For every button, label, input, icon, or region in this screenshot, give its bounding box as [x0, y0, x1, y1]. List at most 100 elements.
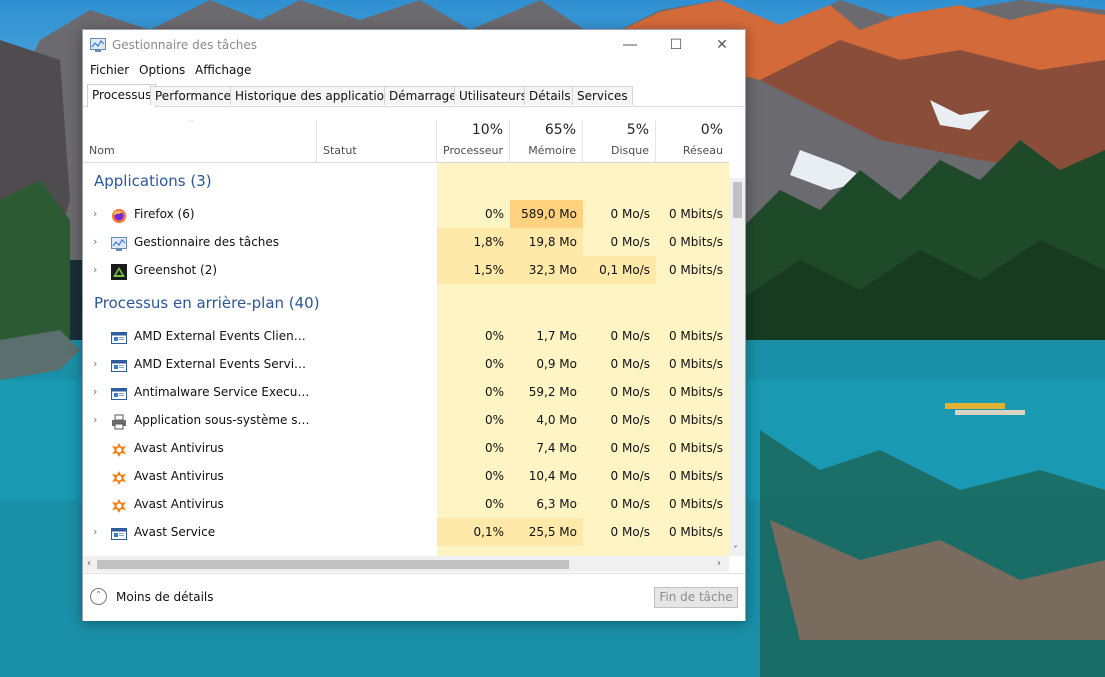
network-cell: 0 Mbits/s [668, 441, 723, 455]
vertical-scroll-thumb[interactable] [733, 182, 742, 218]
maximize-button[interactable]: ☐ [653, 30, 699, 60]
process-name: Gestionnaire des tâches [134, 235, 280, 249]
tab-processes[interactable]: Processus [87, 84, 157, 107]
window-app-icon [111, 328, 127, 344]
network-cell: 0 Mbits/s [668, 497, 723, 511]
chevron-right-icon[interactable]: › [93, 350, 97, 378]
avast-icon [111, 468, 127, 485]
process-name: Application sous-système spoul... [134, 413, 310, 427]
task-manager-window[interactable]: Gestionnaire des tâches ― ☐ ✕ Fichier Op… [82, 29, 746, 621]
process-table[interactable]: ˄ Nom Statut 10% Processeur 65% Mémoire … [83, 120, 729, 556]
close-button[interactable]: ✕ [699, 30, 745, 60]
scroll-right-icon[interactable]: › [717, 558, 721, 569]
column-header-network[interactable]: 0% Réseau [656, 120, 729, 162]
window-app-icon [111, 356, 127, 372]
end-task-button[interactable]: Fin de tâche [654, 587, 738, 608]
less-details-button[interactable]: Moins de détails [116, 590, 214, 604]
network-cell: 0 Mbits/s [668, 385, 723, 399]
table-row[interactable]: › Firefox (6) 0% 589,0 Mo 0 Mo/s 0 Mbits/s [83, 200, 729, 228]
close-icon: ✕ [716, 37, 728, 53]
table-row[interactable]: › Antimalware Service Executable 0% 59,2 Mo… [83, 378, 729, 406]
task-manager-icon [90, 38, 106, 52]
cpu-cell: 0% [484, 357, 504, 371]
cpu-cell: 0% [484, 385, 504, 399]
cpu-cell: 0% [484, 441, 504, 455]
vertical-scrollbar[interactable]: ˅ [729, 178, 745, 556]
menu-file[interactable]: Fichier [90, 63, 129, 77]
window-app-icon [111, 524, 127, 540]
process-name: AMD External Events Client Mo... [134, 329, 310, 343]
network-cell: 0 Mbits/s [668, 263, 723, 277]
column-header-disk[interactable]: 5% Disque [583, 120, 656, 162]
avast-icon [111, 440, 127, 457]
table-row[interactable]: Avast Antivirus 0% 6,3 Mo 0 Mo/s 0 Mbits/s [83, 490, 729, 518]
chevron-up-circle-icon[interactable]: ˄ [90, 588, 107, 605]
chevron-right-icon[interactable]: › [93, 228, 97, 256]
title-bar[interactable]: Gestionnaire des tâches ― ☐ ✕ [83, 30, 745, 60]
disk-cell: 0 Mo/s [610, 385, 650, 399]
column-header-name[interactable]: ˄ Nom [83, 120, 317, 162]
table-row[interactable]: Avast Antivirus 0% 7,4 Mo 0 Mo/s 0 Mbits/s [83, 434, 729, 462]
tab-startup[interactable]: Démarrage [384, 86, 462, 105]
window-title: Gestionnaire des tâches [112, 38, 258, 52]
chevron-right-icon[interactable]: › [93, 378, 97, 406]
chevron-right-icon[interactable]: › [93, 200, 97, 228]
disk-cell: 0 Mo/s [610, 357, 650, 371]
cpu-cell: 0% [484, 329, 504, 343]
memory-cell: 32,3 Mo [510, 256, 583, 284]
minimize-button[interactable]: ― [607, 30, 653, 60]
process-name-cell: › Greenshot (2) [83, 256, 317, 284]
horizontal-scroll-thumb[interactable] [97, 560, 569, 569]
menu-bar: Fichier Options Affichage [83, 61, 745, 81]
table-row[interactable]: › Greenshot (2) 1,5% 32,3 Mo 0,1 Mo/s 0 Mbits… [83, 256, 729, 284]
disk-cell: 0 Mo/s [610, 497, 650, 511]
process-name: Avast Antivirus [134, 441, 224, 455]
tab-details[interactable]: Détails [524, 86, 576, 105]
process-name-cell: Avast Antivirus [83, 462, 317, 490]
horizontal-scrollbar[interactable]: ‹ › [83, 556, 729, 572]
process-name: Greenshot (2) [134, 263, 218, 277]
network-cell: 0 Mbits/s [668, 525, 723, 539]
group-header-apps[interactable]: Applications (3) [83, 166, 729, 200]
maximize-icon: ☐ [669, 37, 683, 53]
menu-options[interactable]: Options [139, 63, 185, 77]
menu-view[interactable]: Affichage [195, 63, 251, 77]
table-row[interactable]: › Application sous-système spoul... 0% 4,0 … [83, 406, 729, 434]
memory-cell: 589,0 Mo [510, 200, 583, 228]
process-name-cell: › Firefox (6) [83, 200, 317, 228]
greenshot-icon [111, 262, 127, 280]
window-app-icon [111, 384, 127, 400]
table-row[interactable]: AMD External Events Client Mo... 0% 1,7 Mo… [83, 322, 729, 350]
memory-cell: 25,5 Mo [510, 518, 583, 546]
chevron-right-icon[interactable]: › [93, 406, 97, 434]
process-name-cell: AMD External Events Client Mo... [83, 322, 317, 350]
chevron-right-icon[interactable]: › [93, 256, 97, 284]
column-header-cpu[interactable]: 10% Processeur [437, 120, 510, 162]
process-name: Firefox (6) [134, 207, 195, 221]
table-row[interactable]: › Avast Service 0,1% 25,5 Mo 0 Mo/s 0 Mbits/s [83, 518, 729, 546]
minimize-icon: ― [623, 37, 637, 53]
cpu-cell: 0% [484, 497, 504, 511]
process-name-cell: › Antimalware Service Executable [83, 378, 317, 406]
disk-cell: 0 Mo/s [610, 207, 650, 221]
network-cell: 0 Mbits/s [668, 413, 723, 427]
scroll-left-icon[interactable]: ‹ [87, 558, 91, 569]
disk-cell: 0 Mo/s [610, 469, 650, 483]
chevron-right-icon[interactable]: › [93, 518, 97, 546]
memory-cell: 7,4 Mo [536, 441, 577, 455]
column-header-status[interactable]: Statut [317, 120, 437, 162]
network-cell: 0 Mbits/s [668, 235, 723, 249]
network-cell: 0 Mbits/s [668, 329, 723, 343]
cpu-cell: 0,1% [437, 518, 510, 546]
scroll-down-icon[interactable]: ˅ [733, 545, 738, 556]
tab-app-history[interactable]: Historique des applications [230, 86, 403, 105]
column-header-memory[interactable]: 65% Mémoire [510, 120, 583, 162]
tab-users[interactable]: Utilisateurs [454, 86, 532, 105]
table-row[interactable]: › AMD External Events Service M... 0% 0,9 M… [83, 350, 729, 378]
tab-services[interactable]: Services [572, 86, 633, 105]
table-row[interactable]: Avast Antivirus 0% 10,4 Mo 0 Mo/s 0 Mbits/s [83, 462, 729, 490]
group-header-background[interactable]: Processus en arrière-plan (40) [83, 288, 729, 322]
table-row[interactable]: › Gestionnaire des tâches 1,8% 19,8 Mo 0 Mo/… [83, 228, 729, 256]
cpu-cell: 0% [484, 207, 504, 221]
tab-performance[interactable]: Performance [150, 86, 237, 105]
